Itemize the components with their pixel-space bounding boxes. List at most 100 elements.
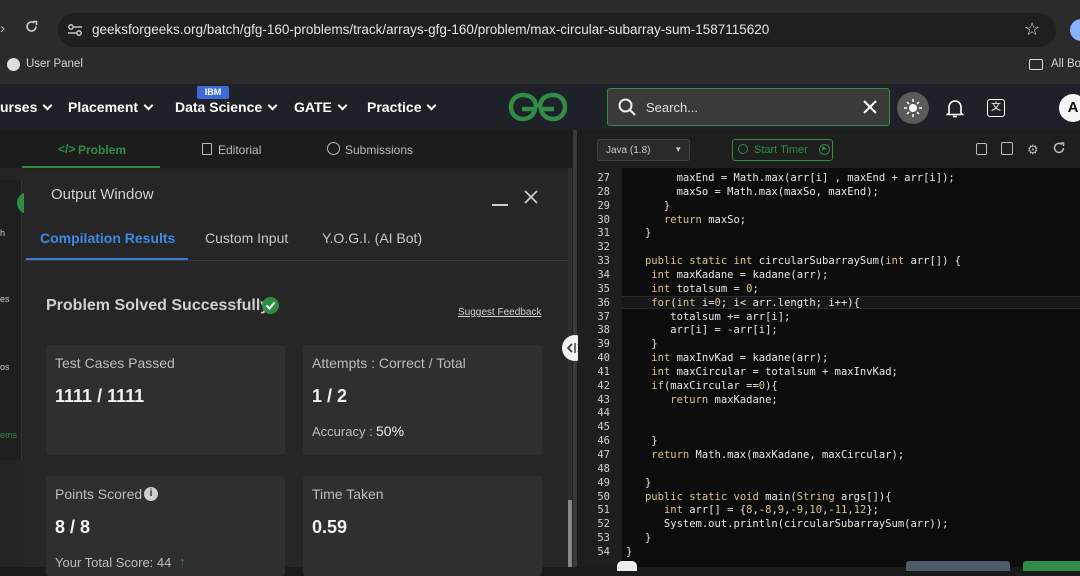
submit-button[interactable]: [1023, 561, 1080, 571]
code-line[interactable]: totalsum += arr[i];: [626, 311, 790, 323]
accuracy-label: Accuracy :: [312, 424, 373, 439]
attempts-label: Attempts : Correct / Total: [312, 355, 466, 371]
info-icon[interactable]: i: [144, 487, 158, 501]
copy-icon[interactable]: [976, 143, 987, 155]
translate-icon[interactable]: 文: [987, 99, 1005, 117]
reload-icon[interactable]: [24, 19, 39, 34]
theme-toggle-icon[interactable]: [897, 92, 929, 124]
tab-custom-input[interactable]: Custom Input: [205, 230, 288, 246]
code-line[interactable]: int maxKadane = kadane(arr);: [626, 269, 828, 281]
close-icon[interactable]: [862, 99, 878, 120]
search-box[interactable]: Search...: [607, 88, 890, 126]
tab-editorial[interactable]: Editorial: [218, 143, 261, 157]
start-timer-button[interactable]: Start Timer ▶: [732, 139, 833, 161]
tab-compilation-results[interactable]: Compilation Results: [26, 222, 188, 260]
points-label: Points Scored: [55, 486, 143, 502]
code-line[interactable]: public static void main(String args[]){: [626, 491, 892, 503]
site-settings-icon[interactable]: [67, 23, 83, 42]
line-number: 33: [597, 255, 610, 268]
nav-placement[interactable]: Placement: [68, 99, 154, 115]
line-number: 39: [597, 338, 610, 351]
accuracy-value: 50%: [376, 423, 405, 439]
gear-icon[interactable]: ⚙: [1027, 142, 1039, 158]
code-line[interactable]: }: [626, 477, 651, 489]
compile-button[interactable]: [906, 561, 1010, 571]
tab-compilation-label: Compilation Results: [40, 230, 176, 246]
code-line[interactable]: return maxKadane;: [626, 394, 777, 406]
rail-label-4[interactable]: ems: [0, 430, 17, 440]
nav-courses[interactable]: urses: [0, 99, 53, 115]
line-number: 34: [597, 268, 610, 281]
upload-icon[interactable]: [1001, 142, 1013, 155]
code-line[interactable]: }: [626, 227, 651, 239]
code-icon: </>: [58, 142, 76, 156]
url-text[interactable]: geeksforgeeks.org/batch/gfg-160-problems…: [92, 22, 769, 37]
code-line[interactable]: }: [626, 532, 651, 544]
code-line[interactable]: }: [626, 338, 657, 350]
line-number: 36: [597, 296, 610, 309]
suggest-feedback-link[interactable]: Suggest Feedback: [458, 307, 541, 318]
test-cases-card: Test Cases Passed 1111 / 1111: [46, 345, 285, 455]
status-text: Problem Solved Successfully: [46, 297, 270, 314]
code-line[interactable]: return Math.max(maxKadane, maxCircular);: [626, 449, 904, 461]
code-line[interactable]: if(maxCircular ==0){: [626, 380, 777, 392]
search-input[interactable]: Search...: [646, 100, 698, 115]
avatar[interactable]: A: [1059, 94, 1080, 122]
code-line[interactable]: public static int circularSubarraySum(in…: [626, 255, 961, 267]
bookmark-all[interactable]: All Bo: [1051, 58, 1080, 70]
code-line[interactable]: return maxSo;: [626, 214, 746, 226]
address-bar[interactable]: geeksforgeeks.org/batch/gfg-160-problems…: [58, 13, 1056, 47]
line-number: 50: [597, 490, 610, 503]
bell-icon[interactable]: [945, 98, 965, 123]
output-scrollbar-thumb[interactable]: [568, 500, 572, 567]
line-number: 42: [597, 379, 610, 392]
profile-badge-icon[interactable]: [1070, 19, 1080, 41]
language-select[interactable]: Java (1.8) ▾: [597, 139, 690, 161]
nav-practice[interactable]: Practice: [367, 99, 437, 115]
code-line[interactable]: maxSo = Math.max(maxSo, maxEnd);: [626, 186, 879, 198]
nav-data-science[interactable]: Data Science: [175, 99, 278, 115]
tab-yogi-bot[interactable]: Y.O.G.I. (AI Bot): [322, 230, 422, 246]
bookmark-star-icon[interactable]: ☆: [1024, 19, 1040, 40]
attempts-card: Attempts : Correct / Total 1 / 2 Accurac…: [303, 345, 542, 455]
minimize-icon[interactable]: [492, 204, 508, 206]
rail-label-2[interactable]: es: [0, 294, 10, 304]
line-number: 40: [597, 352, 610, 365]
code-line[interactable]: }: [626, 435, 657, 447]
nav-gate[interactable]: GATE: [294, 99, 348, 115]
code-line[interactable]: maxEnd = Math.max(arr[i] , maxEnd + arr[…: [626, 172, 955, 184]
points-value: 8 / 8: [55, 517, 91, 537]
code-line[interactable]: int maxInvKad = kadane(arr);: [626, 352, 828, 364]
browser-chrome: › geeksforgeeks.org/batch/gfg-160-proble…: [0, 0, 1080, 84]
ibm-badge: IBM: [197, 86, 229, 99]
line-number: 30: [597, 213, 610, 226]
code-line[interactable]: int arr[] = {8,-8,9,-9,10,-11,12};: [626, 504, 879, 516]
rail-label-3[interactable]: os: [0, 362, 10, 372]
reset-icon[interactable]: [1052, 141, 1066, 160]
line-number: 31: [597, 227, 610, 240]
code-line[interactable]: }: [626, 200, 670, 212]
tab-problem[interactable]: </> Problem: [22, 130, 160, 168]
code-line[interactable]: int totalsum = 0;: [626, 283, 758, 295]
line-number: 49: [597, 476, 610, 489]
close-output-icon[interactable]: [523, 189, 539, 210]
line-number: 54: [597, 545, 610, 558]
code-line[interactable]: System.out.println(circularSubarraySum(a…: [626, 518, 948, 530]
code-line[interactable]: }: [626, 546, 632, 558]
language-select-label: Java (1.8): [606, 145, 651, 156]
test-cases-label: Test Cases Passed: [55, 355, 175, 371]
editorial-icon: [202, 143, 212, 155]
clock-icon: [327, 142, 340, 155]
code-line[interactable]: for(int i=0; i< arr.length; i++){: [626, 297, 860, 309]
tab-submissions[interactable]: Submissions: [345, 143, 413, 157]
line-number: 47: [597, 449, 610, 461]
bottom-handle-icon[interactable]: [617, 561, 637, 571]
code-line[interactable]: int maxCircular = totalsum + maxInvKad;: [626, 366, 898, 378]
gfg-logo[interactable]: [508, 91, 568, 123]
attempts-value: 1 / 2: [312, 386, 348, 406]
line-number: 38: [597, 324, 610, 337]
forward-icon[interactable]: ›: [0, 20, 5, 37]
rail-label-1[interactable]: h: [0, 228, 5, 238]
code-line[interactable]: arr[i] = -arr[i];: [626, 324, 777, 336]
bookmark-user-panel[interactable]: User Panel: [26, 58, 83, 70]
